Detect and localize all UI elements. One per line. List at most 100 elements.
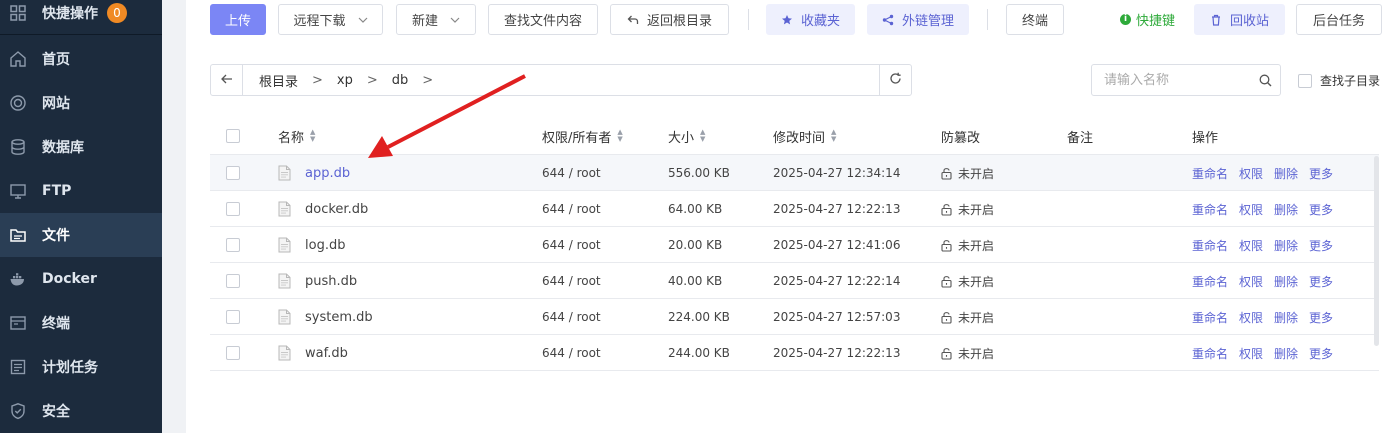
tamper-protection-cell[interactable]: 未开启 xyxy=(941,191,994,227)
permission-cell[interactable]: 644 / root xyxy=(542,191,601,227)
sidebar-item-security[interactable]: 安全 xyxy=(0,389,162,433)
more-link[interactable]: 更多 xyxy=(1309,309,1333,326)
background-tasks-button[interactable]: 后台任务 xyxy=(1296,4,1382,35)
delete-link[interactable]: 删除 xyxy=(1274,165,1298,182)
column-header-size[interactable]: 大小 ▲ ▼ xyxy=(668,118,705,154)
file-name-cell[interactable]: log.db xyxy=(278,227,345,263)
permission-link[interactable]: 权限 xyxy=(1239,237,1263,254)
delete-link[interactable]: 删除 xyxy=(1274,273,1298,290)
include-subdirectories-checkbox[interactable] xyxy=(1298,73,1312,88)
permission-cell[interactable]: 644 / root xyxy=(542,155,601,191)
permission-link[interactable]: 权限 xyxy=(1239,309,1263,326)
column-header-name[interactable]: 名称 ▲ ▼ xyxy=(278,118,315,154)
file-name-link[interactable]: log.db xyxy=(305,238,345,253)
sidebar-item-cron[interactable]: 计划任务 xyxy=(0,345,162,389)
column-header-modified[interactable]: 修改时间 ▲ ▼ xyxy=(773,118,836,154)
delete-link[interactable]: 删除 xyxy=(1274,345,1298,362)
file-name-cell[interactable]: waf.db xyxy=(278,335,348,371)
tamper-protection-cell[interactable]: 未开启 xyxy=(941,263,994,299)
file-name-cell[interactable]: push.db xyxy=(278,263,357,299)
new-dropdown[interactable]: 新建 xyxy=(396,4,476,35)
rename-link[interactable]: 重命名 xyxy=(1192,309,1228,326)
file-name-cell[interactable]: docker.db xyxy=(278,191,368,227)
row-checkbox-cell[interactable] xyxy=(226,335,240,371)
row-checkbox-cell[interactable] xyxy=(226,299,240,335)
back-to-root-button[interactable]: 返回根目录 xyxy=(610,4,729,35)
rename-link[interactable]: 重命名 xyxy=(1192,165,1228,182)
row-checkbox[interactable] xyxy=(226,238,240,252)
table-scrollbar[interactable] xyxy=(1374,156,1379,346)
more-link[interactable]: 更多 xyxy=(1309,345,1333,362)
rename-link[interactable]: 重命名 xyxy=(1192,273,1228,290)
more-link[interactable]: 更多 xyxy=(1309,237,1333,254)
sidebar-item-home[interactable]: 首页 xyxy=(0,37,162,81)
row-checkbox[interactable] xyxy=(226,346,240,360)
sidebar-item-docker[interactable]: Docker xyxy=(0,257,162,301)
table-row[interactable]: waf.db 644 / root 244.00 KB 2025-04-27 12:2… xyxy=(210,335,1379,371)
delete-link[interactable]: 删除 xyxy=(1274,201,1298,218)
select-all-checkbox-cell[interactable] xyxy=(226,118,240,154)
file-name-link[interactable]: waf.db xyxy=(305,346,348,361)
row-checkbox-cell[interactable] xyxy=(226,263,240,299)
search-icon[interactable] xyxy=(1250,74,1280,87)
row-checkbox-cell[interactable] xyxy=(226,155,240,191)
permission-cell[interactable]: 644 / root xyxy=(542,227,601,263)
file-name-cell[interactable]: app.db xyxy=(278,155,350,191)
search-content-button[interactable]: 查找文件内容 xyxy=(488,4,598,35)
sidebar-item-quick-actions[interactable]: 快捷操作 0 xyxy=(0,0,162,35)
table-row[interactable]: log.db 644 / root 20.00 KB 2025-04-27 12:41… xyxy=(210,227,1379,263)
tamper-protection-cell[interactable]: 未开启 xyxy=(941,335,994,371)
delete-link[interactable]: 删除 xyxy=(1274,237,1298,254)
permission-link[interactable]: 权限 xyxy=(1239,201,1263,218)
permission-link[interactable]: 权限 xyxy=(1239,273,1263,290)
recycle-bin-button[interactable]: 回收站 xyxy=(1194,4,1285,35)
tamper-protection-cell[interactable]: 未开启 xyxy=(941,155,994,191)
sidebar-item-database[interactable]: 数据库 xyxy=(0,125,162,169)
table-row[interactable]: docker.db 644 / root 64.00 KB 2025-04-27 12… xyxy=(210,191,1379,227)
file-name-link[interactable]: push.db xyxy=(305,274,357,289)
permission-cell[interactable]: 644 / root xyxy=(542,335,601,371)
permission-link[interactable]: 权限 xyxy=(1239,345,1263,362)
include-subdirectories-option[interactable]: 查找子目录 xyxy=(1298,72,1380,89)
rename-link[interactable]: 重命名 xyxy=(1192,237,1228,254)
upload-button[interactable]: 上传 xyxy=(210,4,266,35)
row-checkbox[interactable] xyxy=(226,274,240,288)
share-links-button[interactable]: 外链管理 xyxy=(867,4,969,35)
favorites-button[interactable]: 收藏夹 xyxy=(766,4,855,35)
file-name-link[interactable]: docker.db xyxy=(305,202,368,217)
row-checkbox-cell[interactable] xyxy=(226,191,240,227)
select-all-checkbox[interactable] xyxy=(226,129,240,143)
delete-link[interactable]: 删除 xyxy=(1274,309,1298,326)
breadcrumb-item-db[interactable]: db xyxy=(392,73,409,88)
more-link[interactable]: 更多 xyxy=(1309,201,1333,218)
table-row[interactable]: app.db 644 / root 556.00 KB 2025-04-27 12:3… xyxy=(210,155,1379,191)
table-row[interactable]: system.db 644 / root 224.00 KB 2025-04-27 1… xyxy=(210,299,1379,335)
permission-cell[interactable]: 644 / root xyxy=(542,299,601,335)
sidebar-item-ftp[interactable]: FTP xyxy=(0,169,162,213)
column-header-permissions[interactable]: 权限/所有者 ▲ ▼ xyxy=(542,118,623,154)
shortcut-keys-link[interactable]: i 快捷键 xyxy=(1120,4,1175,35)
row-checkbox[interactable] xyxy=(226,310,240,324)
breadcrumb-item-root[interactable]: 根目录 xyxy=(259,71,298,90)
row-checkbox[interactable] xyxy=(226,166,240,180)
row-checkbox-cell[interactable] xyxy=(226,227,240,263)
sidebar-item-terminal[interactable]: 终端 xyxy=(0,301,162,345)
more-link[interactable]: 更多 xyxy=(1309,165,1333,182)
sidebar-item-website[interactable]: 网站 xyxy=(0,81,162,125)
tamper-protection-cell[interactable]: 未开启 xyxy=(941,227,994,263)
terminal-button[interactable]: 终端 xyxy=(1006,4,1064,35)
more-link[interactable]: 更多 xyxy=(1309,273,1333,290)
rename-link[interactable]: 重命名 xyxy=(1192,201,1228,218)
permission-link[interactable]: 权限 xyxy=(1239,165,1263,182)
row-checkbox[interactable] xyxy=(226,202,240,216)
table-row[interactable]: push.db 644 / root 40.00 KB 2025-04-27 12:2… xyxy=(210,263,1379,299)
tamper-protection-cell[interactable]: 未开启 xyxy=(941,299,994,335)
back-button[interactable] xyxy=(211,65,243,95)
file-name-link[interactable]: app.db xyxy=(305,166,350,181)
search-input[interactable] xyxy=(1092,66,1250,94)
refresh-button[interactable] xyxy=(879,65,911,95)
permission-cell[interactable]: 644 / root xyxy=(542,263,601,299)
file-name-link[interactable]: system.db xyxy=(305,310,373,325)
sidebar-item-files[interactable]: 文件 xyxy=(0,213,162,257)
file-name-cell[interactable]: system.db xyxy=(278,299,373,335)
